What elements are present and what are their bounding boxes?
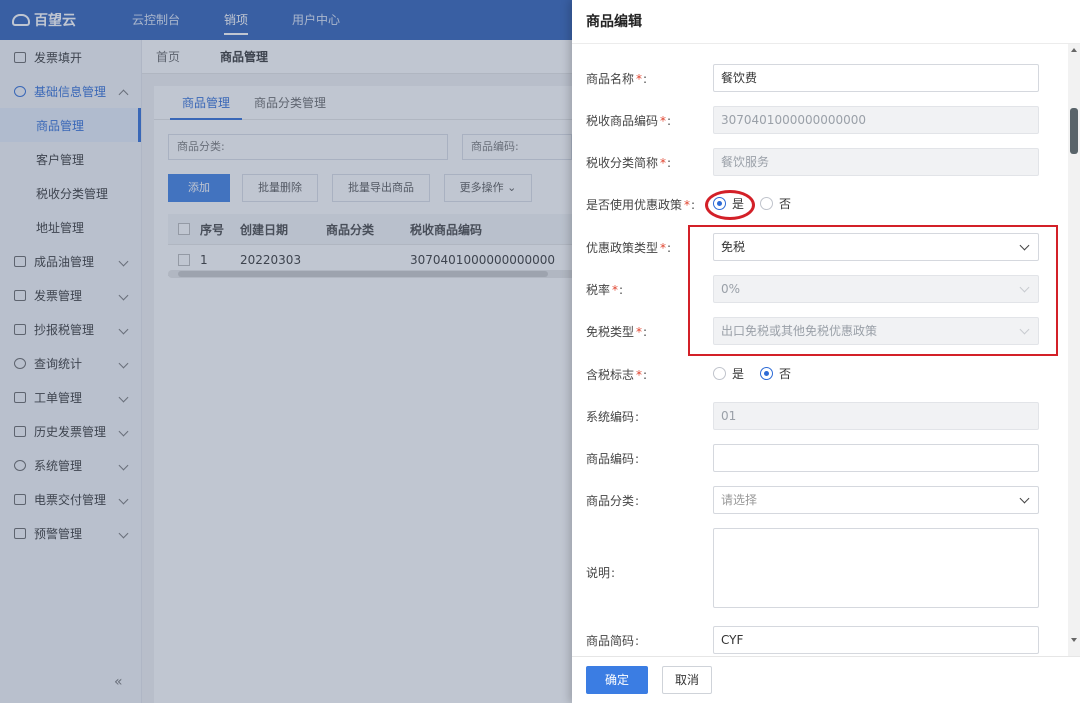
drawer-footer: 确定 取消 [572, 656, 1080, 703]
scroll-down-icon[interactable] [1071, 638, 1077, 642]
label-text: 商品名称 [586, 72, 635, 86]
radio-label: 否 [779, 197, 792, 211]
category-select[interactable]: 请选择 [713, 486, 1039, 514]
label-text: 优惠政策类型 [586, 241, 659, 255]
description-textarea[interactable] [713, 528, 1039, 608]
drawer-title: 商品编辑 [572, 0, 1080, 44]
field-label: 税收分类简称 *: [586, 156, 672, 170]
field-label: 优惠政策类型 *: [586, 241, 672, 255]
field-label: 商品编码: [586, 452, 640, 466]
field-label: 含税标志 *: [586, 368, 648, 382]
select-placeholder: 请选择 [721, 493, 758, 507]
form-row-tax-short: 税收分类简称 *: 餐饮服务 [572, 148, 1066, 176]
label-text: 税收商品编码 [586, 114, 659, 128]
field-label: 税收商品编码 *: [586, 114, 672, 128]
form-row-tax-included: 含税标志 *: 是 否 [572, 360, 1066, 388]
field-label: 商品分类: [586, 494, 640, 508]
confirm-button[interactable]: 确定 [586, 666, 648, 694]
drawer-scrollbar[interactable] [1068, 44, 1080, 656]
product-name-input[interactable]: 餐饮费 [713, 64, 1039, 92]
label-text: 商品分类 [586, 494, 635, 508]
use-policy-no-radio[interactable]: 否 [760, 195, 791, 212]
tax-included-no-radio[interactable]: 否 [760, 365, 791, 382]
label-text: 免税类型 [586, 325, 635, 339]
system-code-input: 01 [713, 402, 1039, 430]
label-text: 是否使用优惠政策 [586, 198, 683, 212]
product-code-input[interactable] [713, 444, 1039, 472]
label-text: 税率 [586, 283, 611, 297]
scroll-up-icon[interactable] [1071, 48, 1077, 52]
label-text: 商品简码 [586, 634, 635, 648]
highlight-box [688, 225, 1058, 356]
label-text: 说明 [586, 566, 611, 580]
label-text: 商品编码 [586, 452, 635, 466]
form-row-description: 说明: [572, 528, 1066, 610]
field-label: 是否使用优惠政策 *: [586, 198, 696, 212]
highlight-ellipse [705, 190, 755, 220]
radio-checked-icon [760, 367, 774, 380]
field-label: 商品名称 *: [586, 72, 648, 86]
form-row-tax-code: 税收商品编码 *: 3070401000000000000 [572, 106, 1066, 134]
cancel-button[interactable]: 取消 [662, 666, 712, 694]
radio-unchecked-icon [760, 197, 774, 210]
form-row-name: 商品名称 *: 餐饮费 [572, 64, 1066, 92]
field-label: 系统编码: [586, 410, 640, 424]
form-row-category: 商品分类: 请选择 [572, 486, 1066, 514]
field-label: 说明: [586, 566, 616, 580]
label-text: 含税标志 [586, 368, 635, 382]
form-row-sys-code: 系统编码: 01 [572, 402, 1066, 430]
radio-unchecked-icon [713, 367, 726, 380]
radio-label: 否 [779, 367, 792, 381]
tax-included-radio-group: 是 否 [713, 365, 807, 382]
tax-code-input: 3070401000000000000 [713, 106, 1039, 134]
field-label: 商品简码: [586, 634, 640, 648]
chevron-down-icon [1019, 493, 1030, 504]
radio-label: 是 [732, 367, 745, 381]
form-row-short-code: 商品简码: CYF [572, 626, 1066, 654]
tax-included-yes-radio[interactable]: 是 [713, 365, 744, 382]
field-label: 税率 *: [586, 283, 624, 297]
field-label: 免税类型 *: [586, 325, 648, 339]
tax-short-name-input: 餐饮服务 [713, 148, 1039, 176]
short-code-input[interactable]: CYF [713, 626, 1039, 654]
label-text: 税收分类简称 [586, 156, 659, 170]
label-text: 系统编码 [586, 410, 635, 424]
modal-mask[interactable] [0, 0, 572, 703]
form-row-product-code: 商品编码: [572, 444, 1066, 472]
scrollbar-thumb[interactable] [1070, 108, 1078, 154]
form-row-use-policy: 是否使用优惠政策 *: 是 否 [572, 190, 1066, 218]
